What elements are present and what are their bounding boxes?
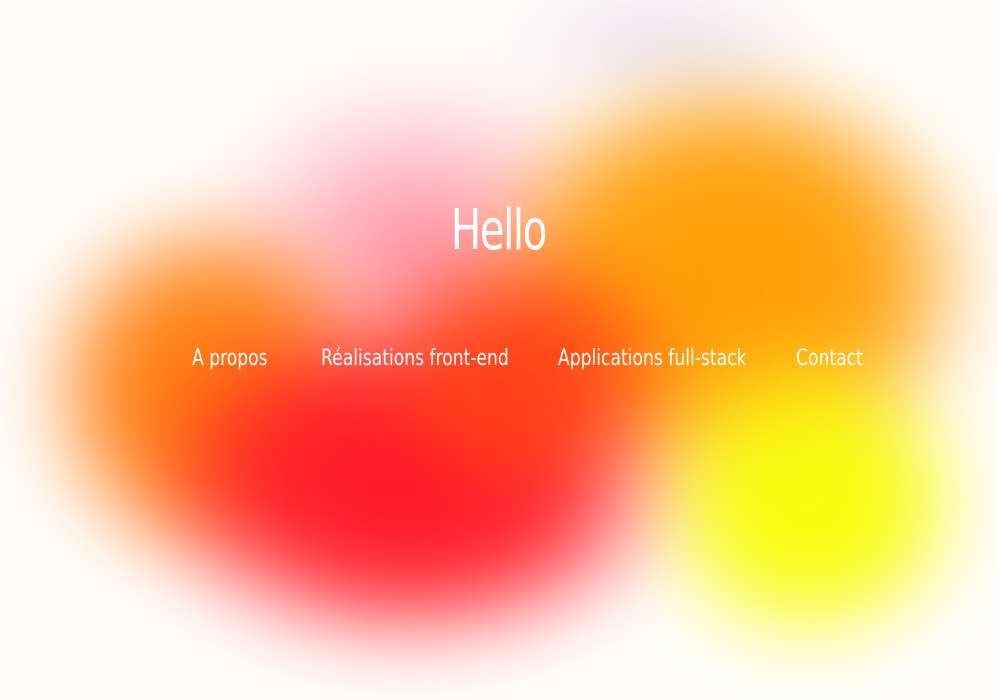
nav-link-realisations-front-end[interactable]: Réalisations front-end [321, 346, 509, 371]
nav-link-contact[interactable]: Contact [796, 346, 863, 371]
main-nav: A propos Réalisations front-end Applicat… [0, 346, 997, 380]
nav-link-a-propos[interactable]: A propos [192, 346, 268, 371]
yellow-blob [640, 340, 980, 660]
hero-title: Hello [450, 198, 547, 263]
nav-link-applications-full-stack[interactable]: Applications full-stack [558, 346, 746, 371]
page: Hello A propos Réalisations front-end Ap… [0, 0, 997, 700]
